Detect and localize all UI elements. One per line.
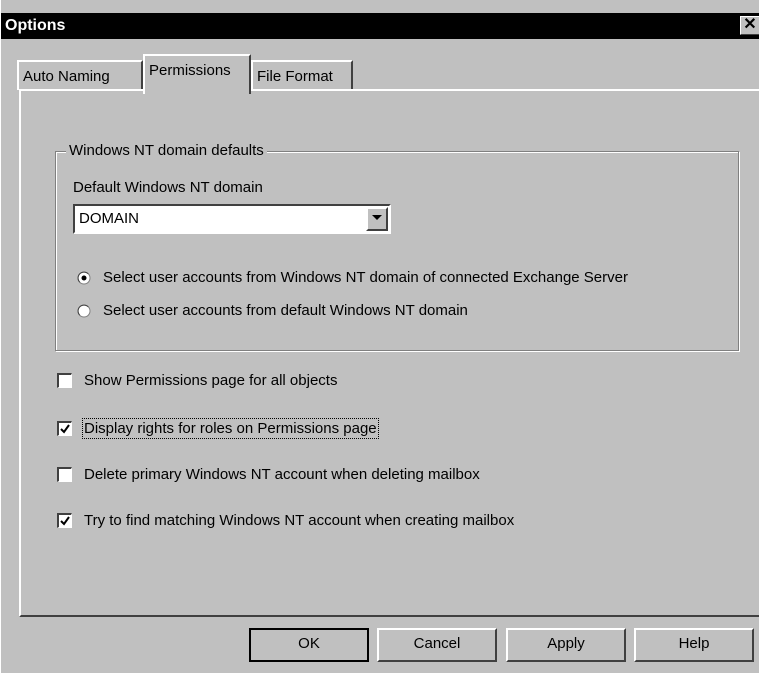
close-icon: ✕ bbox=[743, 16, 757, 33]
tab-file-format[interactable]: File Format bbox=[251, 60, 353, 90]
default-domain-label: Default Windows NT domain bbox=[73, 179, 263, 196]
checkbox-delete-primary-label: Delete primary Windows NT account when d… bbox=[84, 466, 480, 483]
default-domain-value: DOMAIN bbox=[79, 210, 139, 227]
tab-auto-naming[interactable]: Auto Naming bbox=[17, 60, 143, 90]
checkmark-icon bbox=[60, 424, 70, 434]
checkbox-box[interactable] bbox=[57, 373, 72, 388]
apply-button-label: Apply bbox=[547, 635, 585, 652]
checkbox-try-find-label: Try to find matching Windows NT account … bbox=[84, 512, 515, 529]
cancel-button[interactable]: Cancel bbox=[377, 628, 497, 662]
ok-button[interactable]: OK bbox=[249, 628, 369, 662]
radio-icon bbox=[77, 304, 91, 318]
tab-auto-naming-label: Auto Naming bbox=[23, 68, 110, 85]
help-button-label: Help bbox=[678, 635, 710, 652]
checkbox-box[interactable] bbox=[57, 421, 72, 436]
help-button[interactable]: Help bbox=[634, 628, 754, 662]
tab-file-format-label: File Format bbox=[257, 68, 333, 85]
radio-icon bbox=[77, 271, 91, 285]
default-domain-label-text: Default Windows NT domain bbox=[73, 179, 263, 196]
checkmark-icon bbox=[60, 516, 70, 526]
group-legend: Windows NT domain defaults bbox=[66, 142, 267, 159]
default-domain-dropdown[interactable]: DOMAIN bbox=[73, 204, 391, 234]
radio-connected-server-label: Select user accounts from Windows NT dom… bbox=[103, 269, 628, 286]
apply-button[interactable]: Apply bbox=[506, 628, 626, 662]
tab-permissions-label: Permissions bbox=[149, 62, 231, 79]
checkbox-box[interactable] bbox=[57, 467, 72, 482]
ok-button-label: OK bbox=[298, 635, 320, 652]
close-button[interactable]: ✕ bbox=[740, 16, 759, 35]
options-dialog: Options ✕ Auto Naming Permissions File F… bbox=[0, 0, 759, 673]
tab-permissions[interactable]: Permissions bbox=[143, 54, 251, 94]
window-title: Options bbox=[5, 17, 66, 34]
checkbox-display-rights-label: Display rights for roles on Permissions … bbox=[82, 418, 379, 439]
checkbox-show-permissions-label: Show Permissions page for all objects bbox=[84, 372, 338, 389]
dropdown-button[interactable] bbox=[366, 207, 388, 231]
permissions-panel: Windows NT domain defaults Default Windo… bbox=[19, 89, 759, 617]
radio-default-domain-label: Select user accounts from default Window… bbox=[103, 302, 468, 319]
cancel-button-label: Cancel bbox=[413, 635, 461, 652]
checkbox-box[interactable] bbox=[57, 513, 72, 528]
chevron-down-icon bbox=[372, 215, 382, 220]
title-bar[interactable]: Options ✕ bbox=[1, 13, 759, 39]
